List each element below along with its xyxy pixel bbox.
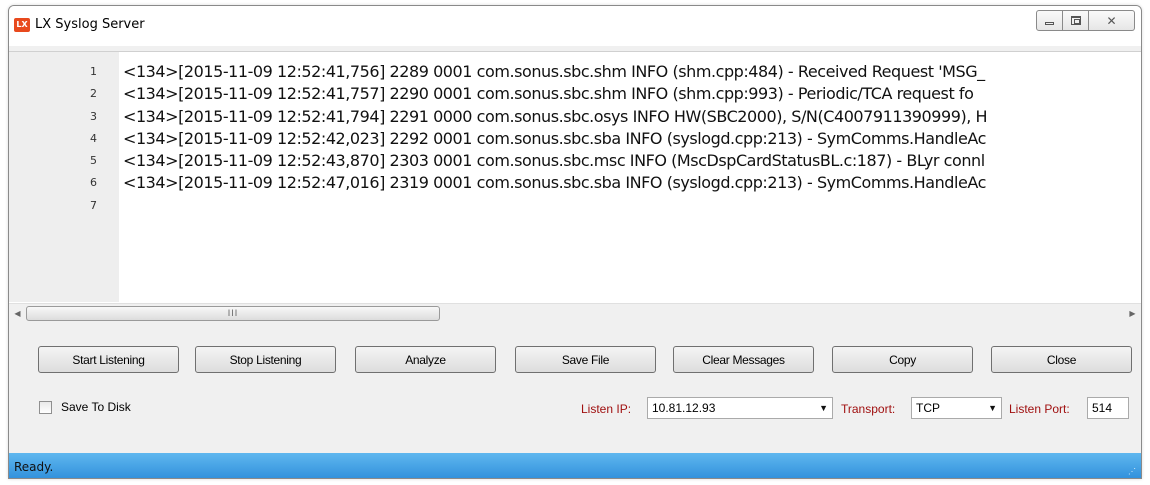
stop-listening-button[interactable]: Stop Listening	[195, 346, 336, 373]
save-to-disk-label: Save To Disk	[61, 400, 131, 414]
save-to-disk-checkbox[interactable]	[39, 400, 52, 414]
window-controls: ✕	[1036, 10, 1135, 31]
line-number-gutter: 1 2 3 4 5 6 7	[9, 52, 119, 302]
status-text: Ready.	[14, 460, 54, 474]
maximize-button[interactable]	[1063, 10, 1089, 31]
log-line[interactable]: <134>[2015-11-09 12:52:42,023] 2292 0001…	[123, 128, 1141, 150]
start-listening-button[interactable]: Start Listening	[38, 346, 179, 373]
line-number: 5	[90, 154, 97, 168]
minimize-icon	[1045, 22, 1054, 25]
window-title: LX Syslog Server	[35, 17, 145, 32]
transport-value: TCP	[916, 401, 940, 415]
chevron-down-icon: ▼	[819, 403, 828, 413]
title-bar[interactable]: LX LX Syslog Server ✕	[9, 6, 1141, 46]
log-line[interactable]: <134>[2015-11-09 12:52:41,794] 2291 0000…	[123, 106, 1141, 128]
listen-port-input[interactable]: 514	[1087, 397, 1129, 419]
chevron-down-icon: ▼	[988, 403, 997, 413]
line-number: 3	[90, 109, 97, 123]
clear-messages-button[interactable]: Clear Messages	[673, 346, 814, 373]
horizontal-scrollbar[interactable]: ◀ III ▶	[9, 303, 1141, 322]
close-button[interactable]: Close	[991, 346, 1132, 373]
log-viewer[interactable]: 1 2 3 4 5 6 7 <134>[2015-11-09 12:52:41,…	[9, 51, 1141, 322]
log-line[interactable]: <134>[2015-11-09 12:52:47,016] 2319 0001…	[123, 172, 1141, 194]
transport-label: Transport:	[841, 402, 896, 416]
save-file-button[interactable]: Save File	[515, 346, 656, 373]
scroll-thumb[interactable]: III	[26, 306, 440, 321]
line-number: 6	[90, 176, 97, 190]
log-line[interactable]	[123, 195, 1141, 217]
maximize-icon	[1070, 16, 1081, 25]
log-line[interactable]: <134>[2015-11-09 12:52:41,757] 2290 0001…	[123, 83, 1141, 105]
control-panel: Start Listening Stop Listening Analyze S…	[9, 324, 1141, 444]
app-window: LX LX Syslog Server ✕ 1 2 3 4 5 6 7 <134…	[8, 5, 1142, 479]
listen-ip-label: Listen IP:	[581, 402, 632, 416]
line-number: 4	[90, 131, 97, 145]
listen-ip-value: 10.81.12.93	[652, 401, 716, 415]
copy-button[interactable]: Copy	[832, 346, 973, 373]
minimize-button[interactable]	[1036, 10, 1063, 31]
log-line[interactable]: <134>[2015-11-09 12:52:41,756] 2289 0001…	[123, 61, 1141, 83]
line-number: 1	[90, 65, 97, 78]
scroll-right-icon[interactable]: ▶	[1125, 306, 1140, 321]
app-logo-icon: LX	[14, 18, 30, 32]
transport-select[interactable]: TCP ▼	[911, 397, 1002, 419]
status-bar: Ready. ⋰	[9, 453, 1141, 478]
window-close-button[interactable]: ✕	[1089, 10, 1135, 31]
log-text-area[interactable]: <134>[2015-11-09 12:52:41,756] 2289 0001…	[123, 61, 1141, 217]
save-to-disk-option[interactable]: Save To Disk	[39, 400, 131, 414]
listen-ip-select[interactable]: 10.81.12.93 ▼	[647, 397, 833, 419]
scroll-left-icon[interactable]: ◀	[10, 306, 25, 321]
line-number: 2	[90, 87, 97, 101]
resize-grip-icon[interactable]: ⋰	[1128, 467, 1138, 477]
log-line[interactable]: <134>[2015-11-09 12:52:43,870] 2303 0001…	[123, 150, 1141, 172]
listen-port-label: Listen Port:	[1009, 402, 1070, 416]
line-number: 7	[90, 198, 97, 212]
close-icon: ✕	[1106, 13, 1117, 28]
analyze-button[interactable]: Analyze	[355, 346, 496, 373]
